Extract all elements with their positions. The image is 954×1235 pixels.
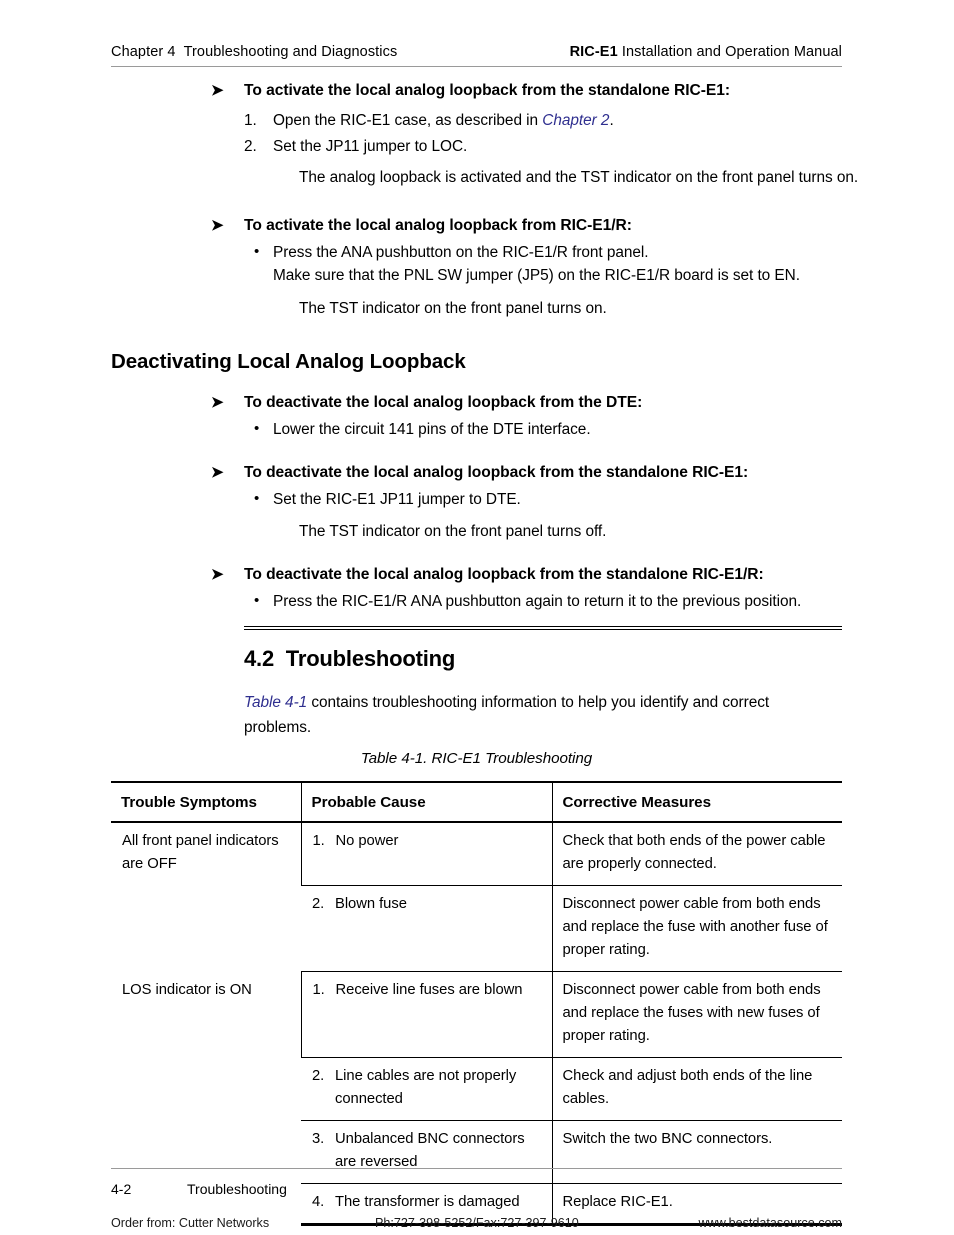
column-header-probable-cause: Probable Cause [300, 781, 552, 823]
header-manual-title: RIC-E1 Installation and Operation Manual [570, 44, 842, 60]
step-text: Set the JP11 jumper to LOC. [273, 138, 468, 155]
cell-measure: Check that both ends of the power cable … [551, 822, 842, 886]
list-item: 2. Set the JP11 jumper to LOC. [0, 134, 954, 160]
section-intro-paragraph: Table 4-1 contains troubleshooting infor… [244, 690, 824, 740]
procedure-heading-text: To activate the local analog loopback fr… [244, 217, 632, 234]
step-text-tail: . [609, 112, 614, 129]
subsection-title-deactivating: Deactivating Local Analog Loopback [111, 350, 466, 373]
procedure-heading-activate-ricr: ➤ To activate the local analog loopback … [0, 215, 954, 237]
table-row: LOS indicator is ON 1. Receive line fuses… [111, 971, 842, 1058]
cause-text: Line cables are not properly connected [335, 1068, 517, 1107]
table-header-row: Trouble Symptoms Probable Cause Correcti… [111, 781, 842, 823]
list-item: 1. Open the RIC-E1 case, as described in … [0, 108, 954, 134]
cause-number: 2. [312, 896, 325, 912]
step-number: 2. [244, 138, 257, 155]
cause-text: Unbalanced BNC connectors are reversed [335, 1131, 525, 1170]
arrow-bullet-icon: ➤ [211, 566, 224, 583]
cell-cause: 2. Line cables are not properly connected [301, 1057, 552, 1121]
cell-cause: 1. No power [300, 822, 552, 886]
step-text: Open the RIC-E1 case, as described in [273, 112, 543, 129]
bullet-text: Set the RIC-E1 JP11 jumper to DTE. [273, 491, 521, 508]
list-item: • Set the RIC-E1 JP11 jumper to DTE. [0, 488, 954, 511]
cause-number: 4. [312, 1194, 325, 1210]
procedure-bullet-list-deactivate-ricr: • Press the RIC-E1/R ANA pushbutton again… [0, 590, 954, 613]
arrow-bullet-icon: ➤ [211, 394, 224, 411]
round-bullet-icon: • [254, 490, 260, 507]
cell-measure: Check and adjust both ends of the line c… [551, 1057, 842, 1121]
procedure-heading-deactivate-standalone: ➤ To deactivate the local analog loopbac… [0, 462, 954, 484]
bullet-text-line1: Press the ANA pushbutton on the RIC-E1/R… [273, 244, 649, 261]
cause-number: 1. [312, 982, 325, 998]
page-header: Chapter 4 Troubleshooting and Diagnostic… [111, 44, 842, 70]
troubleshooting-table: Trouble Symptoms Probable Cause Correcti… [111, 781, 842, 1226]
cause-text: Receive line fuses are blown [335, 982, 523, 998]
procedure-bullet-list-deactivate-dte: • Lower the circuit 141 pins of the DTE i… [0, 418, 954, 441]
cause-number: 2. [312, 1068, 325, 1084]
document-page: Chapter 4 Troubleshooting and Diagnostic… [0, 0, 954, 1235]
procedure-heading-text: To activate the local analog loopback fr… [244, 82, 731, 99]
procedure-bullet-list-deactivate-standalone: • Set the RIC-E1 JP11 jumper to DTE. [0, 488, 954, 511]
cross-reference-link-chapter2[interactable]: Chapter 2 [542, 112, 609, 129]
header-product-name: RIC-E1 [569, 44, 618, 60]
arrow-bullet-icon: ➤ [211, 217, 224, 234]
cell-cause: 1. Receive line fuses are blown [300, 971, 552, 1058]
header-divider [111, 66, 842, 67]
header-manual-suffix: Installation and Operation Manual [617, 44, 842, 60]
procedure-heading-deactivate-dte: ➤ To deactivate the local analog loopbac… [0, 392, 954, 414]
round-bullet-icon: • [254, 420, 260, 437]
list-item: • Press the ANA pushbutton on the RIC-E1/… [0, 241, 954, 287]
cause-number: 1. [312, 833, 325, 849]
section-4-2: 4.2 Troubleshooting Table 4-1 contains t… [244, 626, 842, 740]
table-caption: Table 4-1. RIC-E1 Troubleshooting [360, 750, 593, 767]
bullet-text: Lower the circuit 141 pins of the DTE in… [273, 421, 591, 438]
cell-measure: Switch the two BNC connectors. [551, 1120, 842, 1184]
procedure-heading-text: To deactivate the local analog loopback … [244, 394, 643, 411]
page-body: ➤ To activate the local analog loopback … [0, 80, 954, 613]
section-divider-double-rule [244, 626, 842, 630]
cell-symptom: All front panel indicators are OFF [122, 833, 279, 872]
cross-reference-link-table41[interactable]: Table 4-1 [244, 694, 307, 711]
arrow-bullet-icon: ➤ [211, 82, 224, 99]
stamp-website[interactable]: www.bestdatasource.com [699, 1216, 843, 1230]
bullet-text-line2: Make sure that the PNL SW jumper (JP5) o… [273, 267, 800, 284]
table-row: All front panel indicators are OFF 1. No … [111, 822, 842, 886]
reseller-stamp: Order from: Cutter Networks Ph:727-398-5… [111, 1216, 842, 1234]
list-item: • Press the RIC-E1/R ANA pushbutton again… [0, 590, 954, 613]
footer-page-number: 4-2 [111, 1181, 132, 1197]
footer-divider [111, 1168, 842, 1169]
cause-text: The transformer is damaged [335, 1194, 520, 1210]
step-number: 1. [244, 112, 257, 129]
stamp-order-from: Order from: Cutter Networks [111, 1216, 270, 1230]
procedure-note-deactivate-standalone: The TST indicator on the front panel tur… [299, 523, 607, 540]
procedure-heading-text: To deactivate the local analog loopback … [244, 566, 764, 583]
footer-section-name: Troubleshooting [187, 1181, 287, 1197]
procedure-bullet-list-activate-ricr: • Press the ANA pushbutton on the RIC-E1/… [0, 241, 954, 287]
cell-measure: Disconnect power cable from both ends an… [551, 971, 842, 1058]
page-title: 4.2 Troubleshooting [244, 646, 456, 671]
list-item: • Lower the circuit 141 pins of the DTE i… [0, 418, 954, 441]
procedure-note-activate-standalone: The analog loopback is activated and the… [299, 169, 859, 186]
cause-text: Blown fuse [335, 896, 407, 912]
stamp-phone-fax: Ph:727-398-5252/Fax:727-397-9610 [375, 1216, 579, 1230]
cell-cause: 2. Blown fuse [301, 885, 552, 972]
header-chapter-label: Chapter 4 Troubleshooting and Diagnostic… [111, 44, 398, 60]
round-bullet-icon: • [254, 243, 260, 260]
arrow-bullet-icon: ➤ [211, 464, 224, 481]
column-header-corrective-measures: Corrective Measures [551, 781, 842, 823]
procedure-heading-deactivate-ricr: ➤ To deactivate the local analog loopbac… [0, 564, 954, 586]
procedure-note-activate-ricr: The TST indicator on the front panel tur… [299, 300, 607, 317]
round-bullet-icon: • [254, 592, 260, 609]
section-intro-text: contains troubleshooting information to … [244, 694, 770, 736]
bullet-text: Press the RIC-E1/R ANA pushbutton again … [273, 593, 802, 610]
column-header-trouble-symptoms: Trouble Symptoms [111, 781, 301, 823]
cell-measure: Disconnect power cable from both ends an… [551, 885, 842, 972]
cause-text: No power [335, 833, 399, 849]
procedure-heading-text: To deactivate the local analog loopback … [244, 464, 749, 481]
procedure-heading-activate-standalone: ➤ To activate the local analog loopback … [0, 80, 954, 102]
cause-number: 3. [312, 1131, 325, 1147]
cell-cause: 3. Unbalanced BNC connectors are reversed [301, 1120, 552, 1184]
procedure-step-list-activate-standalone: 1. Open the RIC-E1 case, as described in … [0, 108, 954, 160]
